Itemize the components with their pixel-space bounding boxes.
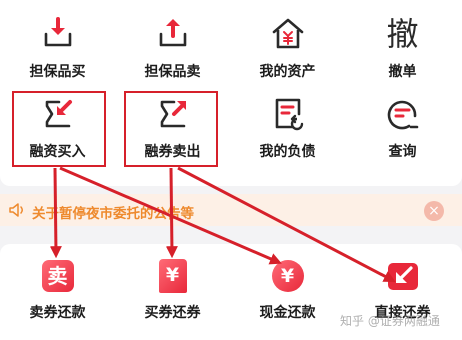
my-assets-button[interactable]: 我的资产 [230,0,345,86]
direct-return-icon [385,258,421,294]
cancel-order-label: 撤单 [388,64,417,80]
cash-repay-icon: ¥ [270,258,306,294]
upload-tray-icon [153,14,193,54]
my-liabilities-label: 我的负债 [259,144,316,160]
margin-buy-highlight-box [12,91,106,167]
cash-repay-button[interactable]: ¥ 现金还款 [230,244,345,340]
buy-return-glyph: ¥ [158,259,187,293]
cancel-order-button[interactable]: 撤 撤单 [345,0,460,86]
close-icon[interactable]: × [424,201,444,221]
buy-return-icon: ¥ [155,258,191,294]
speaker-icon [9,203,23,217]
collateral-buy-button[interactable]: 担保品买 [0,0,115,86]
home-yen-icon [268,14,308,54]
cash-repay-glyph: ¥ [271,260,304,292]
buy-return-label: 买券还券 [144,305,201,321]
short-sell-highlight-box [124,91,218,167]
query-search-icon [383,94,423,134]
cancel-order-glyph: 撤 [386,15,419,53]
sell-repay-button[interactable]: 卖 卖券还款 [0,244,115,340]
query-label: 查询 [388,144,417,160]
query-button[interactable]: 查询 [345,86,460,176]
notice-bar[interactable]: 关于暂停夜市委托的公告等 × [0,194,462,226]
my-liabilities-button[interactable]: 我的负债 [230,86,345,176]
notice-text[interactable]: 关于暂停夜市委托的公告等 [32,202,194,222]
buy-return-button[interactable]: ¥ 买券还券 [115,244,230,340]
collateral-sell-button[interactable]: 担保品卖 [115,0,230,86]
my-assets-label: 我的资产 [259,64,316,80]
collateral-sell-label: 担保品卖 [144,64,201,80]
liability-doc-icon [268,94,308,134]
download-tray-icon [38,14,78,54]
cancel-order-char-icon: 撤 [383,14,423,54]
sell-repay-glyph: 卖 [41,260,74,292]
collateral-buy-label: 担保品买 [29,64,86,80]
sell-repay-icon: 卖 [40,258,76,294]
cash-repay-label: 现金还款 [259,305,316,321]
watermark: 知乎 @证券两融通 [340,314,440,328]
sell-repay-label: 卖券还款 [29,305,86,321]
